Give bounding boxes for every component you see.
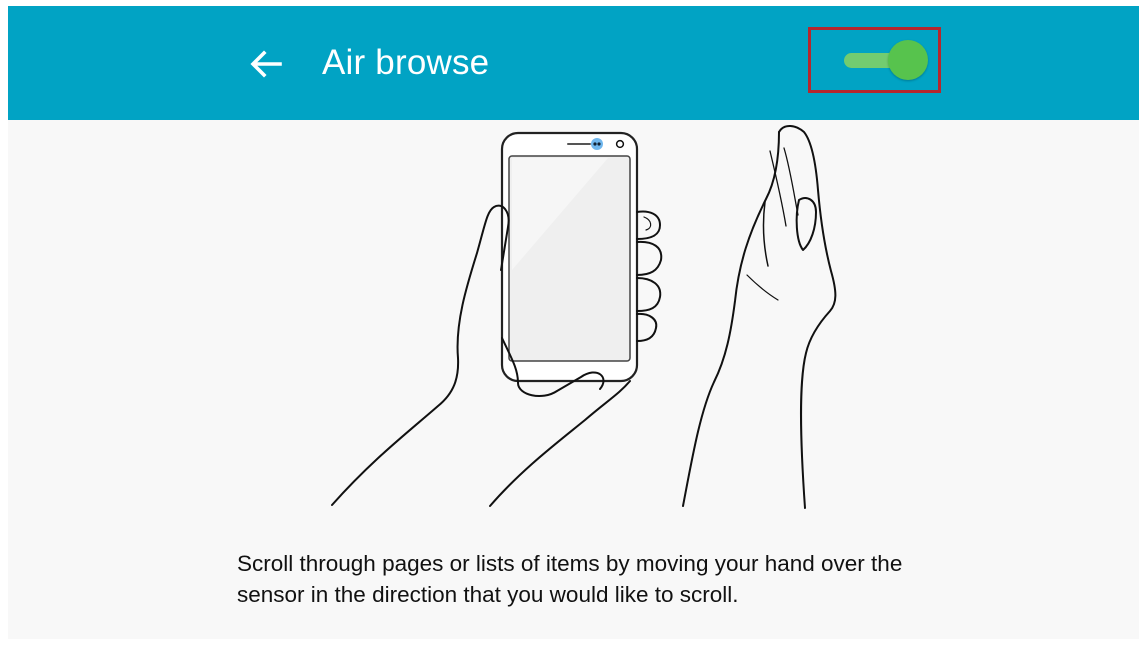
app-bar: Air browse bbox=[8, 6, 1139, 120]
toggle-thumb bbox=[888, 40, 928, 80]
left-hand-illustration bbox=[331, 204, 510, 506]
arrow-left-icon bbox=[250, 50, 282, 78]
back-button[interactable] bbox=[244, 42, 288, 86]
feature-description: Scroll through pages or lists of items b… bbox=[237, 550, 903, 607]
air-browse-toggle[interactable] bbox=[844, 40, 928, 82]
air-browse-illustration bbox=[331, 125, 837, 509]
sensor-glow bbox=[591, 138, 603, 150]
right-hand-illustration bbox=[682, 131, 780, 507]
page-title: Air browse bbox=[322, 43, 490, 82]
screen: Air browse Scroll through pages or lists… bbox=[8, 6, 1139, 639]
